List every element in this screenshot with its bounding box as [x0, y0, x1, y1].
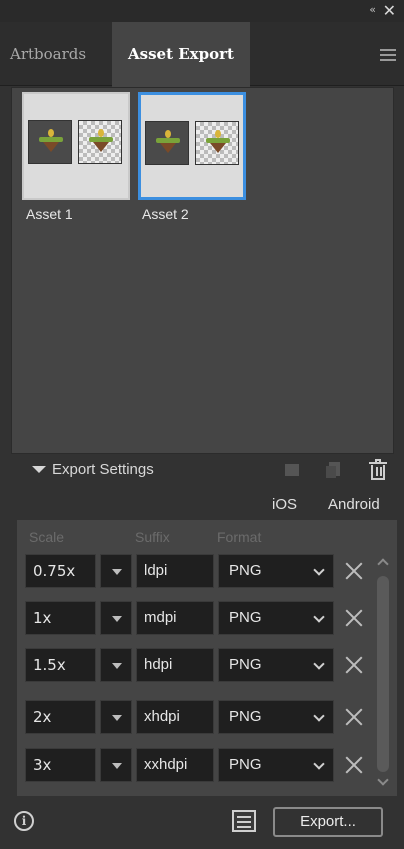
suffix-input[interactable]: ldpi [136, 554, 214, 588]
scale-input[interactable]: 3x [25, 748, 96, 782]
remove-row-icon[interactable] [343, 706, 365, 728]
format-value: PNG [229, 756, 262, 773]
format-select[interactable]: PNG [218, 601, 334, 635]
tab-artboards[interactable]: Artboards [10, 22, 114, 86]
floating-island-image [89, 129, 113, 152]
export-settings-header[interactable]: Export Settings [0, 454, 404, 490]
scroll-down-icon[interactable] [377, 774, 389, 786]
scroll-up-icon[interactable] [377, 558, 389, 570]
export-settings-dialog-icon[interactable] [232, 810, 256, 832]
export-button[interactable]: Export... [273, 807, 383, 837]
remove-row-icon[interactable] [343, 607, 365, 629]
panel-menu-icon[interactable] [380, 49, 396, 61]
scale-dropdown-button[interactable] [100, 601, 132, 635]
duplicate-asset-icon[interactable] [324, 460, 344, 480]
asset-preview [145, 121, 241, 169]
export-row: 2x xhdpi PNG [25, 700, 365, 734]
asset-name[interactable]: Asset 2 [142, 206, 189, 222]
suffix-input[interactable]: xxhdpi [136, 748, 214, 782]
asset-name[interactable]: Asset 1 [26, 206, 73, 222]
tab-asset-export[interactable]: Asset Export [112, 22, 250, 87]
panel-tabs: Artboards Asset Export [0, 22, 404, 87]
format-value: PNG [229, 656, 262, 673]
export-row: 3x xxhdpi PNG [25, 748, 365, 782]
format-select[interactable]: PNG [218, 554, 334, 588]
suffix-input[interactable]: xhdpi [136, 700, 214, 734]
artwork-preview-transparent [195, 121, 239, 165]
export-settings-title[interactable]: Export Settings [52, 461, 154, 478]
suffix-input[interactable]: hdpi [136, 648, 214, 682]
scale-dropdown-button[interactable] [100, 648, 132, 682]
asset-thumbnail-selected[interactable] [138, 92, 246, 200]
panel-footer: i Export... [0, 800, 404, 849]
format-value: PNG [229, 708, 262, 725]
column-header-suffix: Suffix [135, 529, 170, 545]
chevron-down-icon [313, 758, 325, 770]
suffix-input[interactable]: mdpi [136, 601, 214, 635]
close-panel-icon[interactable]: ✕ [383, 1, 396, 20]
format-value: PNG [229, 562, 262, 579]
ios-preset-link[interactable]: iOS [272, 496, 297, 513]
vertical-scrollbar[interactable] [374, 554, 392, 790]
assets-grid: Asset 1 Asset 2 [11, 87, 394, 454]
chevron-down-icon [313, 564, 325, 576]
chevron-down-icon [313, 658, 325, 670]
floating-island-image [39, 129, 63, 152]
asset-preview [28, 120, 124, 168]
scale-dropdown-button[interactable] [100, 554, 132, 588]
format-select[interactable]: PNG [218, 748, 334, 782]
floating-island-image [206, 130, 230, 153]
format-value: PNG [229, 609, 262, 626]
scale-dropdown-button[interactable] [100, 748, 132, 782]
android-preset-link[interactable]: Android [328, 496, 380, 513]
trash-icon[interactable] [368, 459, 388, 481]
chevron-down-icon [313, 710, 325, 722]
artwork-preview-transparent [78, 120, 122, 164]
scale-input[interactable]: 1x [25, 601, 96, 635]
disclosure-triangle-icon[interactable] [32, 466, 46, 473]
info-icon[interactable]: i [14, 811, 34, 831]
format-select[interactable]: PNG [218, 648, 334, 682]
scroll-thumb[interactable] [377, 576, 389, 772]
column-header-scale: Scale [29, 529, 65, 545]
export-row: 0.75x ldpi PNG [25, 554, 365, 588]
remove-row-icon[interactable] [343, 560, 365, 582]
scale-input[interactable]: 0.75x [25, 554, 96, 588]
asset-thumbnail[interactable] [22, 92, 130, 200]
scale-input[interactable]: 2x [25, 700, 96, 734]
chevron-down-icon [313, 611, 325, 623]
scale-input[interactable]: 1.5x [25, 648, 96, 682]
column-header-format: Format [217, 529, 262, 545]
scale-dropdown-button[interactable] [100, 700, 132, 734]
artwork-preview-dark [145, 121, 189, 165]
export-settings-table: Scale Suffix Format 0.75x ldpi PNG 1x md… [17, 520, 397, 796]
floating-island-image [156, 130, 180, 153]
collapse-panel-icon[interactable]: « [369, 3, 376, 16]
artwork-preview-dark [28, 120, 72, 164]
export-row: 1.5x hdpi PNG [25, 648, 365, 682]
remove-row-icon[interactable] [343, 654, 365, 676]
remove-row-icon[interactable] [343, 754, 365, 776]
format-select[interactable]: PNG [218, 700, 334, 734]
export-row: 1x mdpi PNG [25, 601, 365, 635]
export-selected-icon[interactable] [282, 460, 302, 480]
panel-titlebar: « ✕ [0, 0, 404, 22]
